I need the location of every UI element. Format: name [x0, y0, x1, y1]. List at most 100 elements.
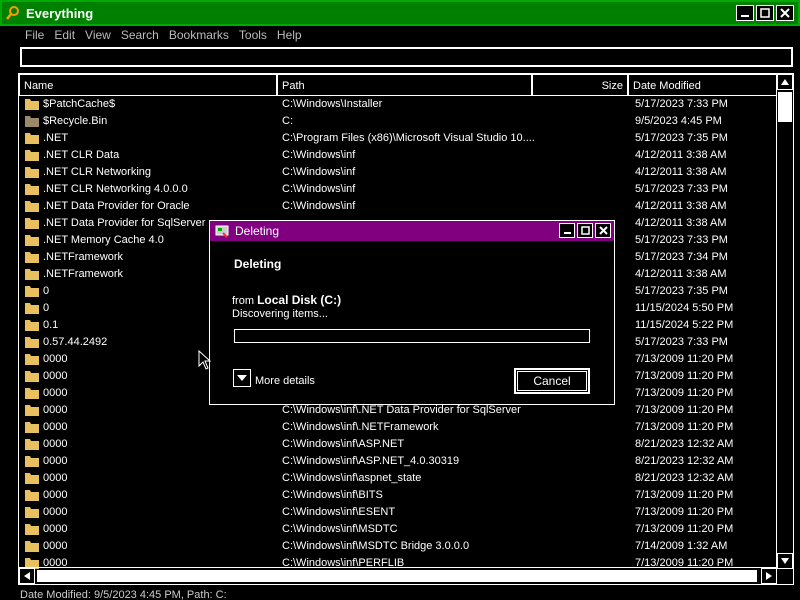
table-row[interactable]: 0000 C:\Windows\inf\ASP.NET_4.0.30319 8/21…	[19, 453, 777, 470]
row-date-modified: 4/12/2011 3:38 AM	[635, 268, 727, 280]
deleting-dialog: Deleting Deleting from Local Disk (C:) D…	[209, 220, 615, 405]
row-date-modified: 8/21/2023 12:32 AM	[635, 455, 734, 467]
folder-icon	[25, 541, 39, 552]
table-row[interactable]: .NET CLR Networking 4.0.0.0 C:\Windows\in…	[19, 181, 777, 198]
more-details-label[interactable]: More details	[255, 375, 315, 387]
column-date-modified[interactable]: Date Modified	[628, 74, 777, 96]
row-date-modified: 4/12/2011 3:38 AM	[635, 200, 727, 212]
folder-icon	[25, 490, 39, 501]
arrow-up-icon	[781, 79, 789, 85]
table-row[interactable]: .NET C:\Program Files (x86)\Microsoft Vis…	[19, 130, 777, 147]
dialog-source: from Local Disk (C:)	[232, 293, 341, 307]
folder-icon	[25, 507, 39, 518]
row-date-modified: 5/17/2023 7:35 PM	[635, 285, 728, 297]
menu-tools[interactable]: Tools	[234, 26, 272, 44]
row-date-modified: 4/12/2011 3:38 AM	[635, 166, 727, 178]
menu-file[interactable]: File	[20, 26, 49, 44]
folder-icon	[25, 456, 39, 467]
table-row[interactable]: .NET CLR Networking C:\Windows\inf 4/12/20…	[19, 164, 777, 181]
scroll-up-button[interactable]	[777, 74, 793, 90]
folder-icon	[25, 422, 39, 433]
row-path: C:\Windows\inf\ASP.NET	[282, 438, 405, 450]
dialog-maximize-button[interactable]	[577, 223, 593, 238]
dialog-close-button[interactable]	[595, 223, 611, 238]
arrow-down-icon	[781, 558, 789, 564]
vertical-scrollbar[interactable]	[776, 74, 793, 569]
folder-icon	[25, 524, 39, 535]
search-input[interactable]	[20, 47, 793, 67]
mouse-cursor-icon	[198, 350, 212, 370]
row-path: C:\Windows\Installer	[282, 98, 383, 110]
scroll-down-button[interactable]	[777, 553, 793, 569]
menu-edit[interactable]: Edit	[49, 26, 80, 44]
more-details-button[interactable]	[233, 369, 251, 387]
folder-icon	[25, 184, 39, 195]
row-path: C:\Windows\inf\.NET Data Provider for Sq…	[282, 404, 521, 416]
folder-icon	[25, 133, 39, 144]
row-name: 0000	[43, 506, 68, 518]
dialog-title: Deleting	[235, 224, 280, 238]
table-row[interactable]: 0000 C:\Windows\inf\.NETFramework 7/13/200…	[19, 419, 777, 436]
maximize-button[interactable]	[756, 5, 774, 21]
folder-icon	[25, 354, 39, 365]
row-date-modified: 4/12/2011 3:38 AM	[635, 217, 727, 229]
folder-icon	[25, 405, 39, 416]
dialog-minimize-button[interactable]	[559, 223, 575, 238]
minimize-button[interactable]	[736, 5, 754, 21]
row-date-modified: 5/17/2023 7:33 PM	[635, 234, 728, 246]
column-size[interactable]: Size	[532, 74, 628, 96]
row-path: C:	[282, 115, 293, 127]
column-name[interactable]: Name	[19, 74, 277, 96]
search-magnifier-icon	[6, 6, 19, 20]
table-row[interactable]: 0000 C:\Windows\inf\aspnet_state 8/21/2023…	[19, 470, 777, 487]
table-row[interactable]: 0000 C:\Windows\inf\ASP.NET 8/21/2023 12:3…	[19, 436, 777, 453]
menu-bookmarks[interactable]: Bookmarks	[164, 26, 234, 44]
table-row[interactable]: $Recycle.Bin C: 9/5/2023 4:45 PM	[19, 113, 777, 130]
table-row[interactable]: .NET Data Provider for Oracle C:\Windows\…	[19, 198, 777, 215]
row-name: 0000	[43, 523, 68, 535]
row-path: C:\Program Files (x86)\Microsoft Visual …	[282, 132, 534, 144]
menu-view[interactable]: View	[80, 26, 116, 44]
from-label: from	[232, 295, 254, 307]
row-date-modified: 8/21/2023 12:32 AM	[635, 438, 734, 450]
menu-search[interactable]: Search	[116, 26, 164, 44]
row-path: C:\Windows\inf\.NETFramework	[282, 421, 439, 433]
folder-icon	[25, 320, 39, 331]
horizontal-scroll-thumb[interactable]	[37, 570, 757, 582]
folder-icon	[25, 286, 39, 297]
row-name: 0000	[43, 540, 68, 552]
cancel-button[interactable]: Cancel	[514, 368, 590, 394]
row-name: 0000	[43, 438, 68, 450]
folder-icon	[25, 235, 39, 246]
row-name: .NET CLR Networking 4.0.0.0	[43, 183, 188, 195]
folder-icon	[25, 150, 39, 161]
row-path: C:\Windows\inf\MSDTC	[282, 523, 398, 535]
row-date-modified: 4/12/2011 3:38 AM	[635, 149, 727, 161]
folder-icon	[25, 252, 39, 263]
menu-help[interactable]: Help	[272, 26, 307, 44]
window-title: Everything	[26, 6, 94, 21]
folder-icon	[25, 303, 39, 314]
table-row[interactable]: 0000 C:\Windows\inf\MSDTC Bridge 3.0.0.0 7…	[19, 538, 777, 555]
scroll-left-button[interactable]	[19, 568, 35, 584]
row-path: C:\Windows\inf\MSDTC Bridge 3.0.0.0	[282, 540, 470, 552]
scroll-right-button[interactable]	[761, 568, 777, 584]
row-name: 0000	[43, 472, 68, 484]
row-date-modified: 7/14/2009 1:32 AM	[635, 540, 728, 552]
column-path[interactable]: Path	[277, 74, 532, 96]
table-row[interactable]: $PatchCache$ C:\Windows\Installer 5/17/202…	[19, 96, 777, 113]
folder-icon	[25, 201, 39, 212]
row-name: .NET	[43, 132, 69, 144]
table-row[interactable]: 0000 C:\Windows\inf\BITS 7/13/2009 11:20 P…	[19, 487, 777, 504]
table-row[interactable]: 0000 C:\Windows\inf\ESENT 7/13/2009 11:20 …	[19, 504, 777, 521]
arrow-right-icon	[766, 572, 772, 580]
row-path: C:\Windows\inf\ESENT	[282, 506, 396, 518]
close-button[interactable]	[776, 5, 794, 21]
vertical-scroll-thumb[interactable]	[778, 92, 792, 122]
table-row[interactable]: .NET CLR Data C:\Windows\inf 4/12/2011 3:3…	[19, 147, 777, 164]
horizontal-scrollbar[interactable]	[19, 567, 777, 584]
close-icon	[598, 226, 608, 235]
row-name: 0000	[43, 455, 68, 467]
table-row[interactable]: 0000 C:\Windows\inf\MSDTC 7/13/2009 11:20 …	[19, 521, 777, 538]
row-path: C:\Windows\inf\ASP.NET_4.0.30319	[282, 455, 460, 467]
